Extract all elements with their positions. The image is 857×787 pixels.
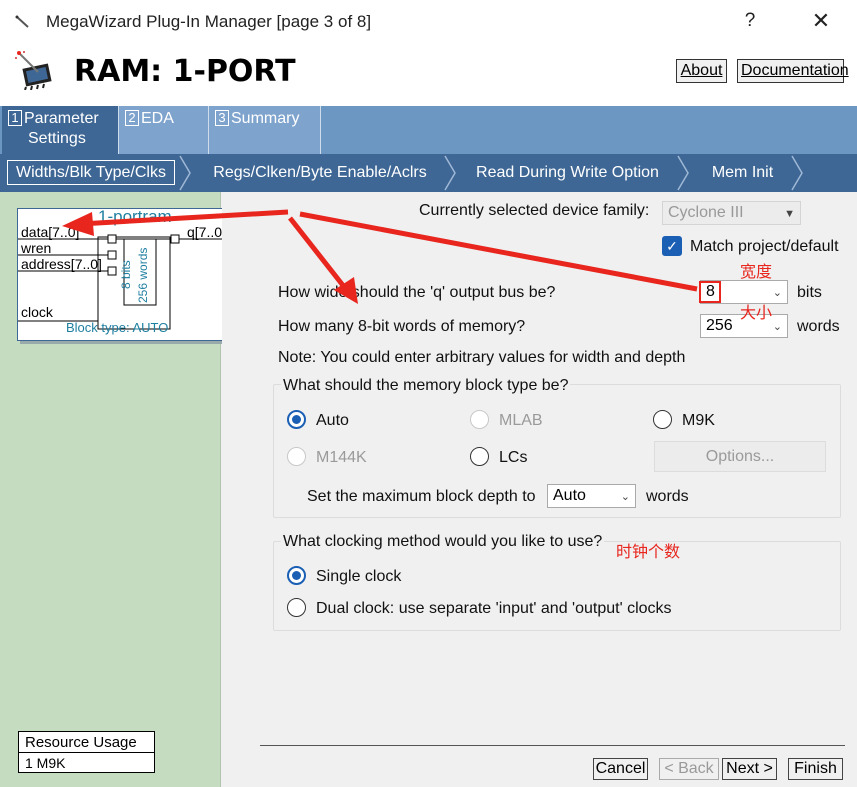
symbol-block-type: Block type: AUTO [66, 320, 169, 335]
match-label: Match project/default [690, 238, 839, 255]
tab-label: Summary [231, 110, 300, 127]
port-data: data[7..0] [21, 224, 80, 240]
port-q: q[7..0] [187, 224, 226, 240]
radio-mlab[interactable] [470, 410, 489, 429]
chevron-down-icon: ⌄ [620, 491, 630, 503]
tab-label: Parameter [24, 110, 99, 127]
finish-button[interactable]: Finish [788, 758, 843, 780]
subtab-widths[interactable]: Widths/Blk Type/Clks [4, 154, 178, 192]
depth-label: How many 8-bit words of memory? [278, 318, 526, 335]
radio-lcs[interactable] [470, 447, 489, 466]
tab-number: 2 [125, 110, 139, 126]
subtab-mem-init[interactable]: Mem Init [690, 154, 795, 192]
page-title: RAM: 1-PORT [74, 54, 296, 89]
next-button[interactable]: Next > [722, 758, 777, 780]
radio-single-clock-label: Single clock [316, 568, 402, 585]
window-title: MegaWizard Plug-In Manager [page 3 of 8] [46, 12, 372, 31]
resource-usage-label: Resource Usage [19, 732, 154, 753]
radio-auto[interactable] [287, 410, 306, 429]
subtab-regs[interactable]: Regs/Clken/Byte Enable/Aclrs [190, 154, 450, 192]
radio-m9k-label: M9K [682, 412, 715, 429]
memory-block-label: What should the memory block type be? [281, 377, 571, 395]
device-family-value: Cyclone III [668, 204, 744, 221]
tab-summary[interactable]: 3 Summary [208, 106, 321, 154]
highlight-box [699, 281, 721, 303]
radio-single-clock[interactable] [287, 566, 306, 585]
device-family-label: Currently selected device family: [419, 202, 650, 219]
max-depth-select[interactable]: Auto ⌄ [547, 484, 636, 508]
close-button[interactable]: ✕ [808, 8, 834, 34]
tab-number: 1 [8, 110, 22, 126]
symbol-title: 1-portram [98, 207, 172, 226]
width-label: How wide should the 'q' output bus be? [278, 284, 556, 301]
back-button[interactable]: < Back [659, 758, 719, 780]
chevron-down-icon: ⌄ [772, 287, 782, 299]
radio-mlab-label: MLAB [499, 412, 543, 429]
subtab-read-during-write[interactable]: Read During Write Option [455, 154, 680, 192]
max-depth-label: Set the maximum block depth to [307, 488, 536, 505]
divider [260, 745, 845, 746]
options-button[interactable]: Options... [654, 441, 826, 472]
tab-number: 3 [215, 110, 229, 126]
radio-m144k-label: M144K [316, 449, 367, 466]
chevron-right-icon [791, 155, 803, 191]
about-button[interactable]: About [676, 59, 727, 83]
cancel-button[interactable]: Cancel [593, 758, 648, 780]
resource-usage-value: 1 M9K [25, 755, 66, 771]
radio-m9k[interactable] [653, 410, 672, 429]
documentation-button[interactable]: Documentation [737, 59, 849, 83]
width-unit: bits [797, 284, 822, 301]
clocking-label: What clocking method would you like to u… [281, 533, 605, 551]
chip-wand-icon [15, 51, 52, 90]
tab-parameter-settings[interactable]: 1 Parameter Settings [2, 106, 118, 154]
tab-label: Settings [28, 130, 86, 147]
note-text: Note: You could enter arbitrary values f… [278, 349, 686, 366]
max-depth-unit: words [646, 488, 689, 505]
device-family-select[interactable]: Cyclone III ▼ [662, 201, 801, 225]
chevron-right-icon [677, 155, 689, 191]
wand-icon [15, 15, 29, 28]
max-depth-value: Auto [553, 487, 586, 504]
radio-dual-clock[interactable] [287, 598, 306, 617]
tab-eda[interactable]: 2 EDA [118, 106, 208, 154]
symbol-words: 256 words [136, 247, 150, 303]
radio-m144k[interactable] [287, 447, 306, 466]
ram-symbol: 1-portram data[7..0] wren address[7..0] … [17, 207, 237, 341]
depth-value: 256 [706, 317, 733, 334]
radio-auto-label: Auto [316, 412, 349, 429]
subtab-label: Widths/Blk Type/Clks [7, 160, 175, 185]
radio-dual-clock-label: Dual clock: use separate 'input' and 'ou… [316, 600, 672, 617]
match-checkbox[interactable]: ✓ [662, 236, 682, 256]
port-wren: wren [21, 240, 52, 256]
symbol-bits: 8 bits [119, 260, 133, 289]
port-address: address[7..0] [21, 256, 102, 272]
tab-label: EDA [141, 110, 174, 127]
annotation-width: 宽度 [740, 264, 773, 281]
depth-unit: words [797, 318, 840, 335]
chevron-down-icon: ▼ [784, 208, 795, 220]
help-button[interactable]: ? [738, 10, 762, 32]
port-clock: clock [21, 304, 53, 320]
annotation-clocks: 时钟个数 [616, 544, 681, 561]
chevron-down-icon: ⌄ [772, 321, 782, 333]
radio-lcs-label: LCs [499, 449, 528, 466]
annotation-size: 大小 [740, 305, 773, 322]
